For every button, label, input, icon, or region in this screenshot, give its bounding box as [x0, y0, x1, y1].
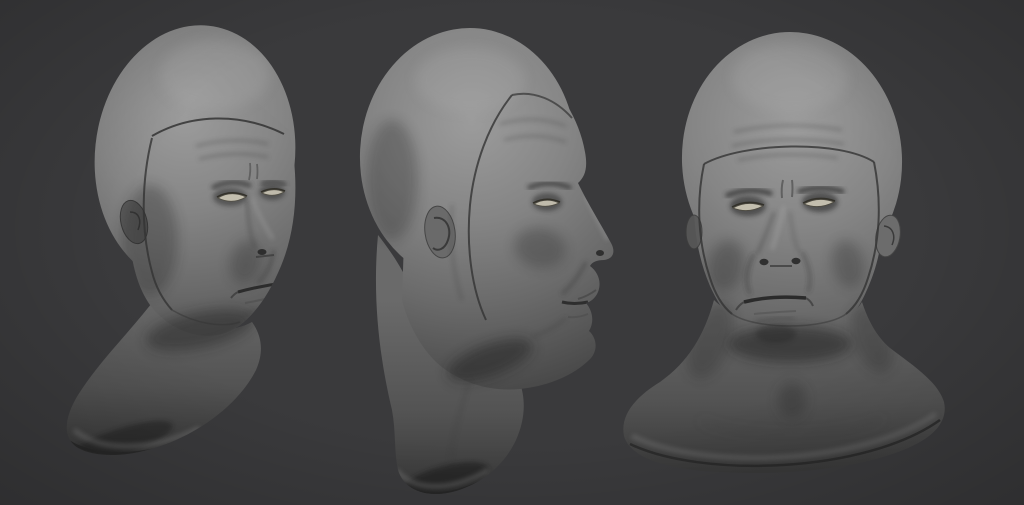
stage	[0, 0, 1024, 505]
sculpt-viewport[interactable]	[0, 0, 1024, 505]
head-three-quarter-left	[66, 25, 296, 455]
head-profile-center	[359, 28, 614, 494]
head-three-quarter-right	[623, 32, 945, 473]
